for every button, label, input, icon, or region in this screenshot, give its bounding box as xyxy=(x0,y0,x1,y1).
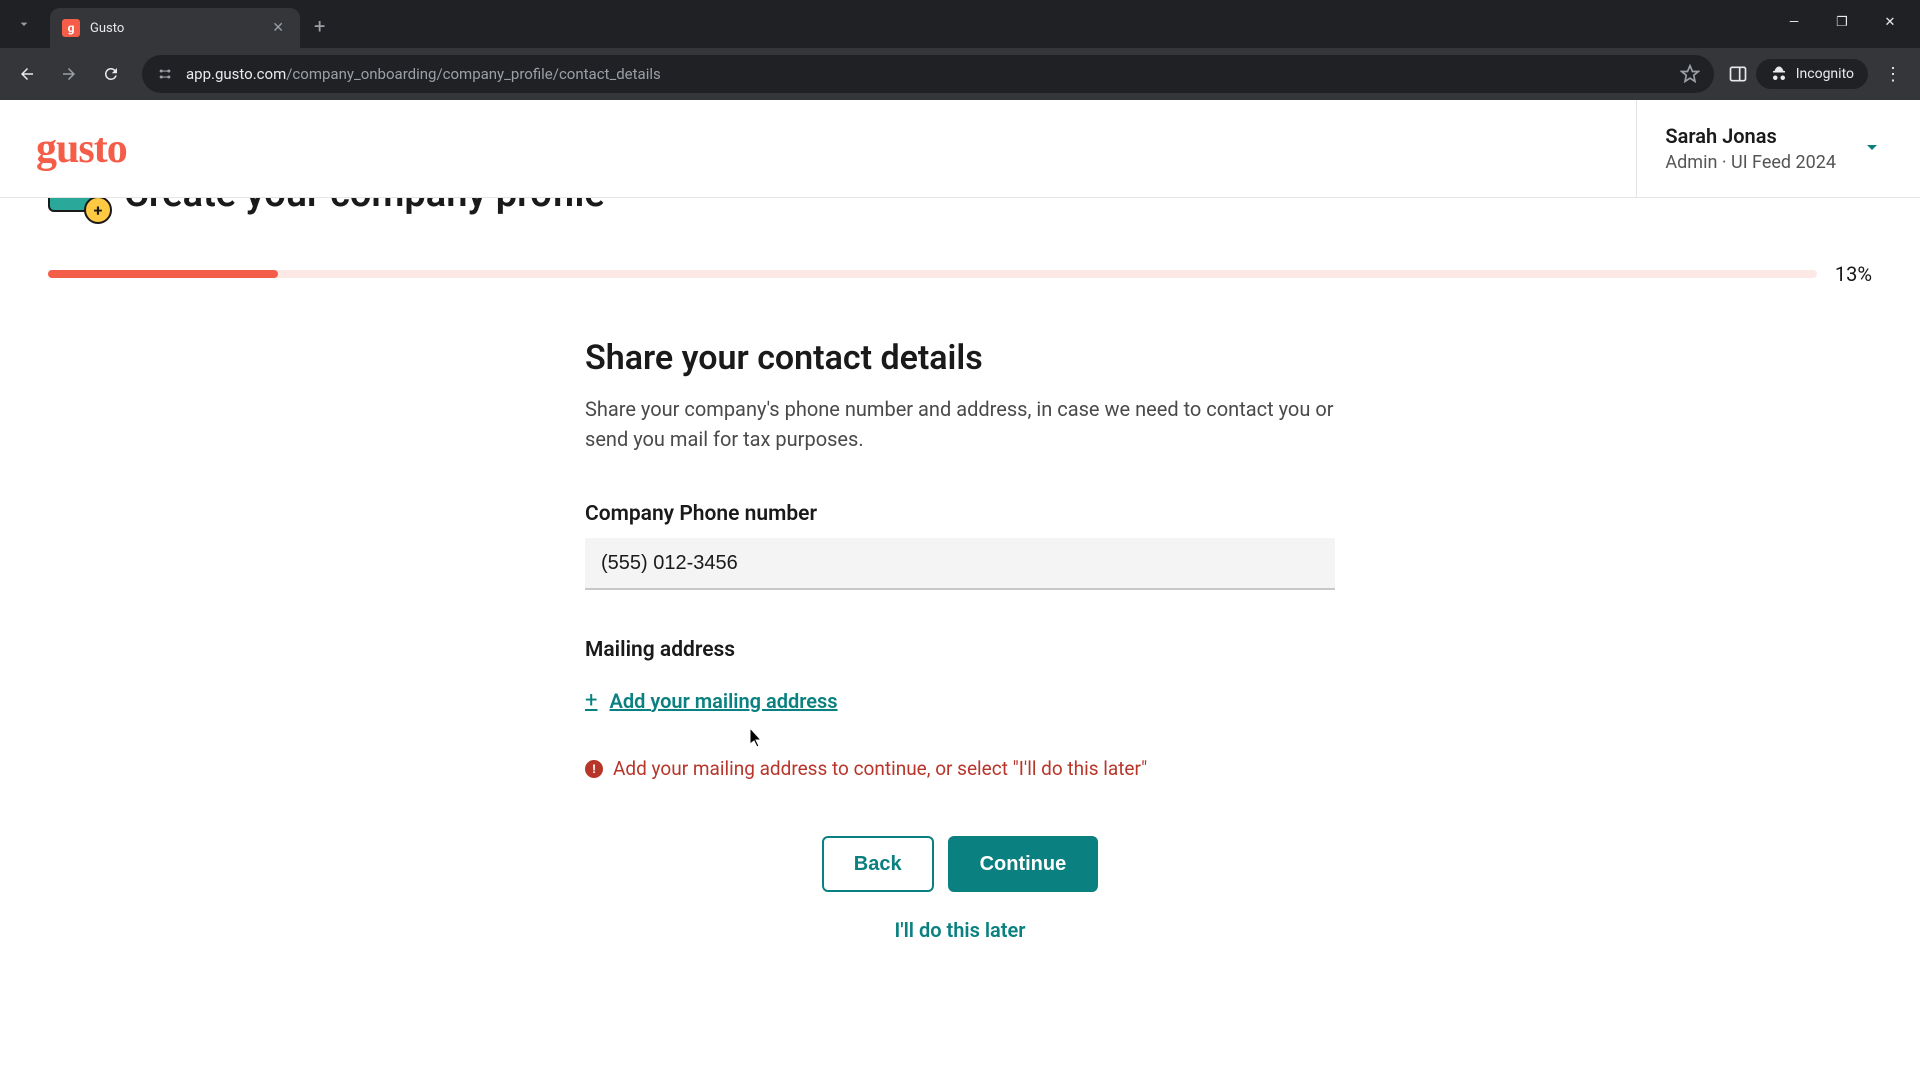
minimize-button[interactable]: — xyxy=(1772,6,1816,38)
tab-close-icon[interactable]: ✕ xyxy=(268,18,288,38)
continue-button[interactable]: Continue xyxy=(948,836,1099,892)
incognito-badge[interactable]: Incognito xyxy=(1756,59,1868,89)
reload-button[interactable] xyxy=(94,57,128,91)
gusto-logo[interactable]: gusto xyxy=(36,125,127,173)
progress-percent: 13% xyxy=(1835,262,1872,286)
plus-badge-icon: + xyxy=(84,198,112,224)
add-mailing-address-link[interactable]: + Add your mailing address xyxy=(585,688,838,713)
progress-fill xyxy=(48,270,278,278)
mailing-address-label: Mailing address xyxy=(585,638,1335,662)
browser-tab[interactable]: g Gusto ✕ xyxy=(50,8,300,48)
phone-input[interactable] xyxy=(585,538,1335,590)
back-nav-button[interactable] xyxy=(10,57,44,91)
plus-icon: + xyxy=(585,688,597,713)
section-description: Share your company's phone number and ad… xyxy=(585,394,1335,454)
error-message-text: Add your mailing address to continue, or… xyxy=(613,757,1147,780)
app-header: gusto Sarah Jonas Admin · UI Feed 2024 xyxy=(0,100,1920,198)
user-name: Sarah Jonas xyxy=(1665,124,1836,148)
phone-label: Company Phone number xyxy=(585,502,1335,526)
page-title: Create your company profile xyxy=(124,198,605,216)
tab-favicon: g xyxy=(62,19,80,37)
browser-toolbar: app.gusto.com/company_onboarding/company… xyxy=(0,48,1920,100)
browser-menu-button[interactable]: ⋮ xyxy=(1876,64,1910,85)
user-role: Admin · UI Feed 2024 xyxy=(1665,152,1836,173)
bookmark-star-icon[interactable] xyxy=(1680,64,1700,84)
back-button[interactable]: Back xyxy=(822,836,934,892)
url-text: app.gusto.com/company_onboarding/company… xyxy=(186,65,1668,83)
do-later-link[interactable]: I'll do this later xyxy=(585,918,1335,982)
site-settings-icon[interactable] xyxy=(156,65,174,83)
new-tab-button[interactable]: + xyxy=(314,14,325,38)
error-message-row: ! Add your mailing address to continue, … xyxy=(585,757,1335,780)
maximize-button[interactable]: ❐ xyxy=(1820,6,1864,38)
window-controls: — ❐ ✕ xyxy=(1772,6,1920,38)
page-content[interactable]: + Create your company profile 13% Share … xyxy=(0,198,1920,1080)
page-title-icon: + xyxy=(48,198,104,218)
error-icon: ! xyxy=(585,760,603,778)
chevron-down-icon xyxy=(1860,135,1884,163)
section-heading: Share your contact details xyxy=(585,338,1335,378)
progress-bar xyxy=(48,270,1817,278)
forward-nav-button[interactable] xyxy=(52,57,86,91)
add-mailing-address-text: Add your mailing address xyxy=(609,689,837,713)
tab-search-dropdown[interactable] xyxy=(4,6,44,42)
tab-title: Gusto xyxy=(90,21,268,36)
user-menu[interactable]: Sarah Jonas Admin · UI Feed 2024 xyxy=(1636,100,1884,197)
browser-tab-strip: g Gusto ✕ + — ❐ ✕ xyxy=(0,0,1920,48)
address-bar[interactable]: app.gusto.com/company_onboarding/company… xyxy=(142,55,1714,93)
side-panel-icon[interactable] xyxy=(1728,64,1748,84)
incognito-label: Incognito xyxy=(1796,66,1854,82)
close-window-button[interactable]: ✕ xyxy=(1868,6,1912,38)
